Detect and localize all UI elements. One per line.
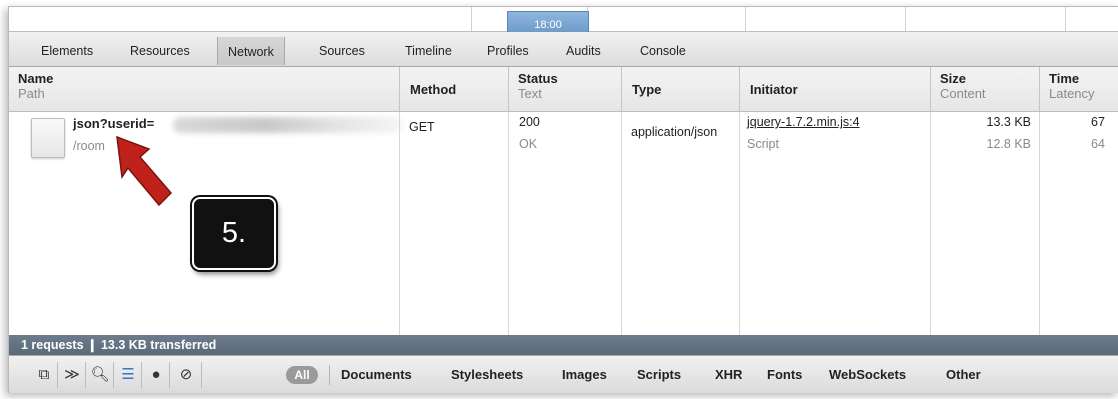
- redacted-query: [173, 117, 403, 133]
- column-method-title: Method: [410, 82, 457, 97]
- column-name-title: Name: [18, 71, 54, 86]
- column-type-title: Type: [632, 82, 662, 97]
- list-view-icon[interactable]: ☰: [115, 362, 142, 388]
- devtools-window: 18:00 Elements Resources Network Sources…: [8, 6, 1118, 393]
- tab-audits[interactable]: Audits: [566, 39, 601, 63]
- filter-stylesheets[interactable]: Stylesheets: [451, 367, 523, 382]
- dock-icon[interactable]: ⧉: [31, 362, 58, 388]
- request-size: 13.3 KB: [986, 115, 1031, 129]
- network-grid-header: Name Path Method Status Text Type Initia…: [9, 67, 1118, 112]
- console-drawer-icon[interactable]: ≫: [59, 362, 86, 388]
- column-time-header[interactable]: Time Latency: [1040, 67, 1118, 111]
- column-status-title: Status: [518, 71, 558, 86]
- request-name[interactable]: json?userid=: [73, 116, 154, 131]
- tab-network[interactable]: Network: [217, 37, 285, 65]
- column-size-title: Size: [940, 71, 967, 86]
- page-content-strip: 18:00: [9, 7, 1118, 32]
- filter-fonts[interactable]: Fonts: [767, 367, 802, 382]
- filter-all[interactable]: All: [286, 366, 318, 384]
- filter-images[interactable]: Images: [562, 367, 607, 382]
- initiator-link[interactable]: jquery-1.7.2.min.js:4: [747, 115, 860, 129]
- filter-websockets[interactable]: WebSockets: [829, 367, 906, 382]
- column-initiator-header[interactable]: Initiator: [740, 67, 931, 111]
- column-text-title: Text: [518, 86, 542, 101]
- request-path: /room: [73, 139, 105, 153]
- initiator-type: Script: [747, 137, 779, 151]
- network-summary-bar: 1 requests ❙ 13.3 KB transferred: [9, 335, 1118, 355]
- column-status-header[interactable]: Status Text: [509, 67, 622, 111]
- request-type: application/json: [631, 125, 718, 139]
- column-type-header[interactable]: Type: [622, 67, 740, 111]
- column-initiator-title: Initiator: [750, 82, 798, 97]
- column-path-title: Path: [18, 86, 45, 101]
- time-block: 18:00: [507, 11, 589, 32]
- tab-resources[interactable]: Resources: [130, 39, 190, 63]
- request-method: GET: [409, 120, 435, 134]
- filter-scripts[interactable]: Scripts: [637, 367, 681, 382]
- tab-timeline[interactable]: Timeline: [405, 39, 452, 63]
- column-content-title: Content: [940, 86, 986, 101]
- filter-xhr[interactable]: XHR: [715, 367, 742, 382]
- tab-console[interactable]: Console: [640, 39, 686, 63]
- record-icon[interactable]: ●: [143, 362, 170, 388]
- column-name-header[interactable]: Name Path: [9, 67, 400, 111]
- request-time: 67: [1091, 115, 1105, 129]
- column-latency-title: Latency: [1049, 86, 1095, 101]
- request-content-size: 12.8 KB: [986, 137, 1031, 151]
- devtools-tab-bar: Elements Resources Network Sources Timel…: [9, 32, 1118, 67]
- tab-elements[interactable]: Elements: [41, 39, 93, 63]
- network-grid-body: json?userid= /room GET 200 OK applicatio…: [9, 112, 1118, 335]
- tab-sources[interactable]: Sources: [319, 39, 365, 63]
- annotation-arrow-icon: [116, 135, 173, 207]
- request-status-text: OK: [519, 137, 538, 151]
- column-method-header[interactable]: Method: [400, 67, 509, 111]
- tab-profiles[interactable]: Profiles: [487, 39, 529, 63]
- filter-documents[interactable]: Documents: [341, 367, 412, 382]
- request-latency: 64: [1091, 137, 1105, 151]
- column-time-title: Time: [1049, 71, 1080, 86]
- column-size-header[interactable]: Size Content: [931, 67, 1040, 111]
- file-icon: [31, 118, 65, 158]
- request-status-code: 200: [519, 115, 540, 129]
- clear-icon[interactable]: ⊘: [171, 362, 202, 388]
- filter-other[interactable]: Other: [946, 367, 981, 382]
- network-filter-bar: ⧉ ≫ 🔍︎ ☰ ● ⊘ All Documents Stylesheets I…: [9, 355, 1118, 393]
- step-callout: 5.: [192, 197, 276, 270]
- search-icon[interactable]: 🔍︎: [87, 362, 114, 388]
